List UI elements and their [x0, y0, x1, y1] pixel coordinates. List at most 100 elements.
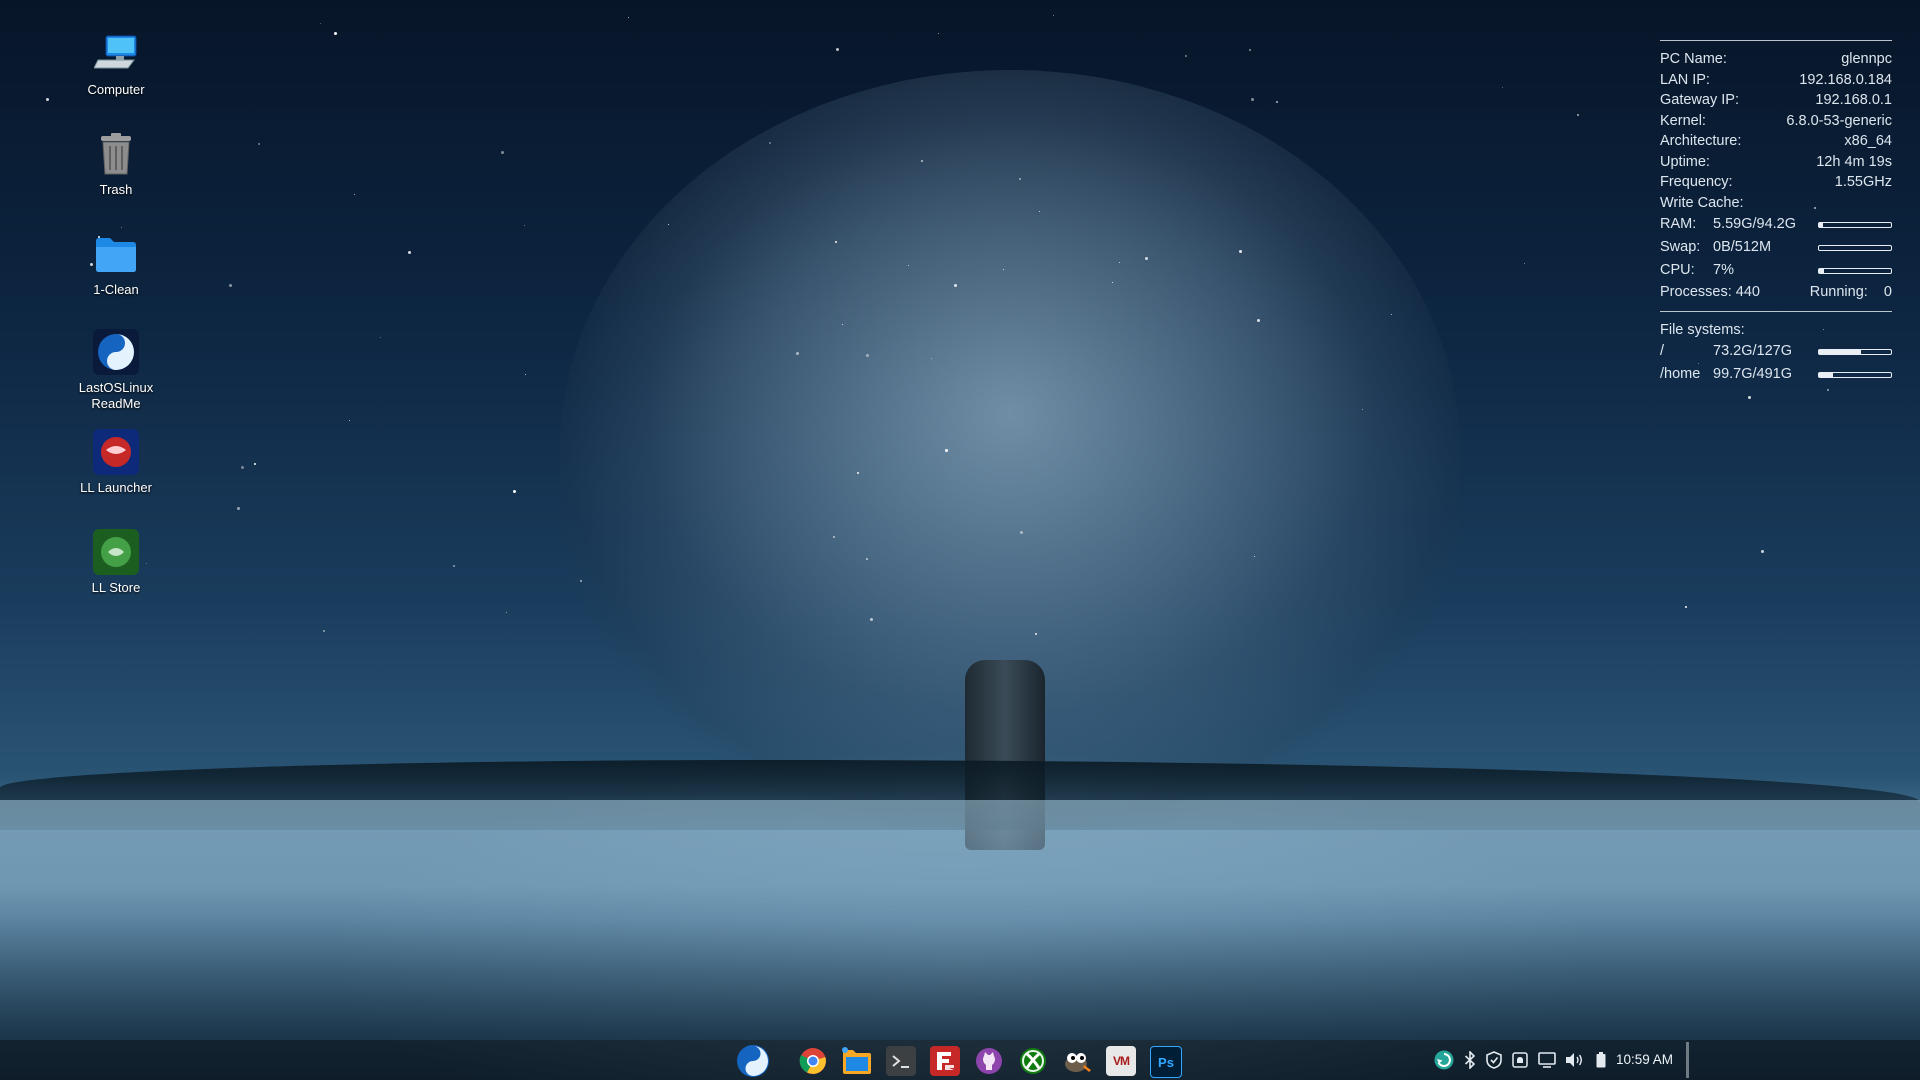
star	[1748, 396, 1751, 399]
star	[857, 472, 859, 474]
star	[229, 284, 232, 287]
desktop-icon-ll-launcher[interactable]: LL Launcher	[66, 428, 166, 496]
star	[237, 507, 240, 510]
star	[334, 32, 337, 35]
taskbar-app-chrome[interactable]	[798, 1046, 828, 1076]
cpu-usage-bar	[1818, 267, 1892, 274]
desktop-icon-computer[interactable]: Computer	[66, 30, 166, 98]
desktop-icon-ll-store[interactable]: LL Store	[66, 528, 166, 596]
conky-cpu: CPU: 7%	[1660, 259, 1892, 282]
conky-swap: Swap: 0B/512M	[1660, 236, 1892, 259]
display-icon	[1538, 1052, 1556, 1068]
star	[1502, 87, 1503, 88]
star	[506, 612, 507, 613]
tray-battery-button[interactable]	[1591, 1050, 1611, 1070]
star	[525, 374, 526, 375]
star	[1276, 101, 1278, 103]
lastos-menu-icon	[737, 1045, 769, 1077]
star	[1362, 409, 1363, 410]
desktop-icon-1-clean[interactable]: 1-Clean	[66, 230, 166, 298]
conky-divider	[1660, 310, 1892, 312]
star	[1053, 15, 1054, 16]
star	[580, 580, 582, 582]
star	[1020, 531, 1023, 534]
conky-frequency: Frequency: 1.55GHz	[1660, 174, 1892, 190]
xbox-icon	[1020, 1048, 1046, 1074]
update-icon	[1434, 1050, 1454, 1070]
conky-processes: Processes: 440 Running: 0	[1660, 284, 1892, 300]
conky-fs-root: / 73.2G/127G	[1660, 340, 1892, 363]
star	[1251, 98, 1254, 101]
star	[1239, 250, 1242, 253]
star	[866, 354, 869, 357]
tray-update-button[interactable]	[1434, 1050, 1454, 1070]
star	[1524, 263, 1525, 264]
fs-home-usage-fill	[1819, 372, 1834, 377]
desktop-icon-trash[interactable]: Trash	[66, 130, 166, 198]
conky-pc-name: PC Name: glennpc	[1660, 51, 1892, 67]
folder-icon	[92, 230, 140, 278]
star	[945, 449, 948, 452]
star	[835, 241, 837, 243]
cpu-usage-fill	[1819, 268, 1825, 273]
conky-system-monitor: PC Name: glennpc LAN IP: 192.168.0.184 Gat…	[1660, 40, 1892, 386]
conky-file-systems-header: File systems:	[1660, 321, 1745, 338]
star	[354, 194, 355, 195]
volume-icon	[1566, 1053, 1582, 1067]
conky-lan-ip: LAN IP: 192.168.0.184	[1660, 71, 1892, 88]
star	[931, 358, 932, 359]
star	[1577, 114, 1579, 116]
star	[254, 463, 256, 465]
ll-store-icon	[92, 528, 140, 576]
star	[1019, 178, 1021, 180]
taskbar-app-filezilla[interactable]	[930, 1046, 960, 1076]
star	[1039, 211, 1040, 212]
desktop-icon-label: LastOSLinux ReadMe	[78, 380, 154, 411]
show-desktop-button[interactable]	[1686, 1042, 1689, 1078]
taskbar-app-xbox[interactable]	[1018, 1046, 1048, 1076]
swap-usage-bar	[1818, 244, 1892, 251]
start-menu-button[interactable]	[736, 1044, 770, 1078]
taskbar-app-vmware[interactable]: VM	[1106, 1046, 1136, 1076]
tray-notifications-button[interactable]	[1510, 1050, 1530, 1070]
star	[1003, 269, 1004, 270]
ll-launcher-icon	[92, 428, 140, 476]
vmware-icon: VM	[1113, 1054, 1130, 1068]
tray-bluetooth-button[interactable]	[1460, 1050, 1480, 1070]
fs-root-usage-bar	[1818, 348, 1892, 355]
star	[258, 143, 260, 145]
tray-display-button[interactable]	[1537, 1050, 1557, 1070]
computer-icon	[92, 30, 140, 78]
taskbar-app-file-manager[interactable]	[842, 1046, 872, 1076]
star	[513, 490, 516, 493]
taskbar-app-photoshop[interactable]: Ps	[1150, 1046, 1182, 1078]
star	[524, 225, 525, 226]
star	[908, 265, 909, 266]
star	[769, 142, 771, 144]
fs-home-usage-bar	[1818, 371, 1892, 378]
desktop-icon-label: Trash	[99, 182, 133, 197]
star	[866, 558, 868, 560]
desktop-icon-lastoslinux-readme[interactable]: LastOSLinux ReadMe	[66, 328, 166, 412]
file-manager-icon	[842, 1047, 871, 1074]
star	[46, 98, 49, 101]
star	[1254, 556, 1255, 557]
star	[121, 227, 122, 228]
taskbar-clock[interactable]: 10:59 AM	[1616, 1050, 1673, 1070]
desktop-icon-label: Computer	[87, 82, 145, 97]
taskbar-app-terminal[interactable]	[886, 1046, 916, 1076]
conky-gateway-ip: Gateway IP: 192.168.0.1	[1660, 92, 1892, 108]
star	[1145, 257, 1148, 260]
star	[1391, 314, 1392, 315]
tray-security-button[interactable]	[1484, 1050, 1504, 1070]
desktop-icon-label: LL Launcher	[80, 480, 152, 495]
star	[842, 324, 843, 325]
star	[1257, 319, 1260, 322]
conky-write-cache: Write Cache:	[1660, 194, 1744, 211]
star	[320, 23, 321, 24]
conky-kernel: Kernel: 6.8.0-53-generic	[1660, 112, 1892, 129]
taskbar-app-github[interactable]	[974, 1046, 1004, 1076]
taskbar-app-gimp[interactable]	[1062, 1046, 1092, 1076]
conky-fs-home: /home 99.7G/491G	[1660, 363, 1892, 386]
tray-volume-button[interactable]	[1564, 1050, 1584, 1070]
